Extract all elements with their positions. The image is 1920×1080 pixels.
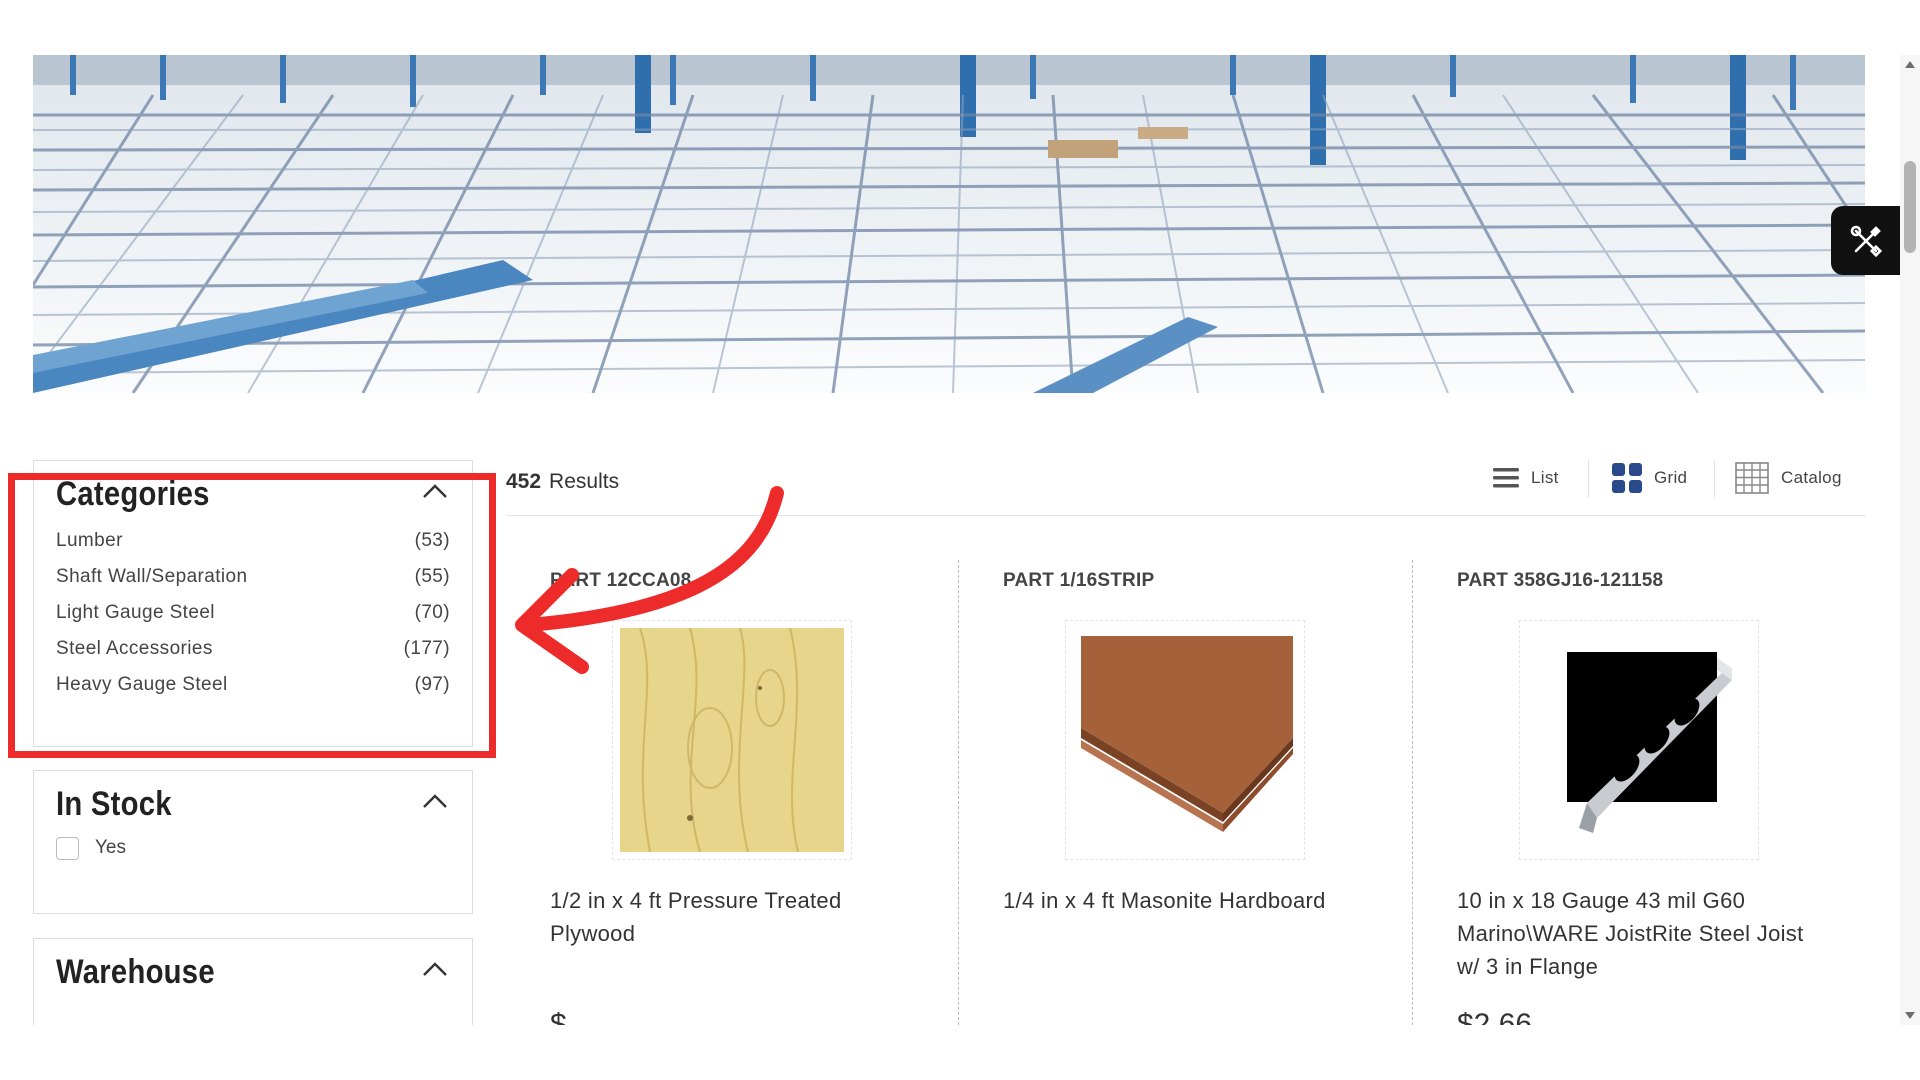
column-divider [958, 560, 959, 1030]
in-stock-option-label: Yes [95, 837, 126, 858]
scroll-thumb[interactable] [1904, 161, 1916, 253]
categories-highlight-box [8, 473, 496, 758]
product-image-hardboard[interactable] [1065, 620, 1305, 860]
page-bottom-edge [0, 1025, 1900, 1080]
annotation-arrow-icon [515, 486, 784, 674]
in-stock-title: In Stock [56, 785, 172, 823]
view-grid-label: Grid [1654, 468, 1688, 487]
in-stock-option[interactable]: Yes [34, 831, 472, 867]
in-stock-checkbox[interactable] [56, 837, 79, 860]
view-catalog-label: Catalog [1781, 468, 1842, 487]
in-stock-filter: In Stock Yes [33, 770, 473, 914]
column-divider [1412, 560, 1413, 1030]
product-name[interactable]: 1/2 in x 4 ft Pressure Treated Plywood [550, 884, 910, 950]
view-catalog-button[interactable]: Catalog [1735, 458, 1842, 498]
grid-icon [1612, 463, 1642, 493]
hero-banner-image [33, 55, 1865, 393]
in-stock-filter-header[interactable]: In Stock [34, 771, 472, 831]
view-list-label: List [1531, 468, 1559, 487]
warehouse-filter-header[interactable]: Warehouse [34, 939, 472, 999]
catalog-icon [1735, 462, 1769, 494]
page-scrollbar[interactable] [1900, 55, 1920, 1025]
product-name[interactable]: 10 in x 18 Gauge 43 mil G60 Marino\WARE … [1457, 884, 1817, 983]
chevron-up-icon[interactable] [422, 961, 448, 977]
scroll-up-arrow-icon[interactable] [1905, 61, 1915, 68]
chevron-up-icon[interactable] [422, 793, 448, 809]
view-separator [1714, 460, 1715, 498]
view-separator [1588, 460, 1589, 498]
hardboard-image [1081, 636, 1293, 832]
product-name[interactable]: 1/4 in x 4 ft Masonite Hardboard [1003, 884, 1363, 917]
warehouse-title: Warehouse [56, 953, 215, 991]
steel-joist-image [1567, 652, 1732, 833]
tools-button[interactable] [1831, 206, 1900, 275]
product-card[interactable]: PART 1/16STRIP 1/4 in x 4 ft Masonite Ha… [1003, 560, 1443, 1030]
list-icon [1493, 468, 1519, 488]
view-grid-button[interactable]: Grid [1612, 458, 1687, 498]
product-image-steel-joist[interactable] [1519, 620, 1759, 860]
product-part-number: PART 1/16STRIP [1003, 570, 1155, 591]
tools-icon [1850, 225, 1882, 257]
view-list-button[interactable]: List [1493, 458, 1559, 498]
product-card[interactable]: PART 358GJ16-121158 10 in x 18 Gauge 43 … [1457, 560, 1897, 1041]
scroll-down-arrow-icon[interactable] [1905, 1012, 1915, 1019]
product-part-number: PART 358GJ16-121158 [1457, 570, 1664, 591]
